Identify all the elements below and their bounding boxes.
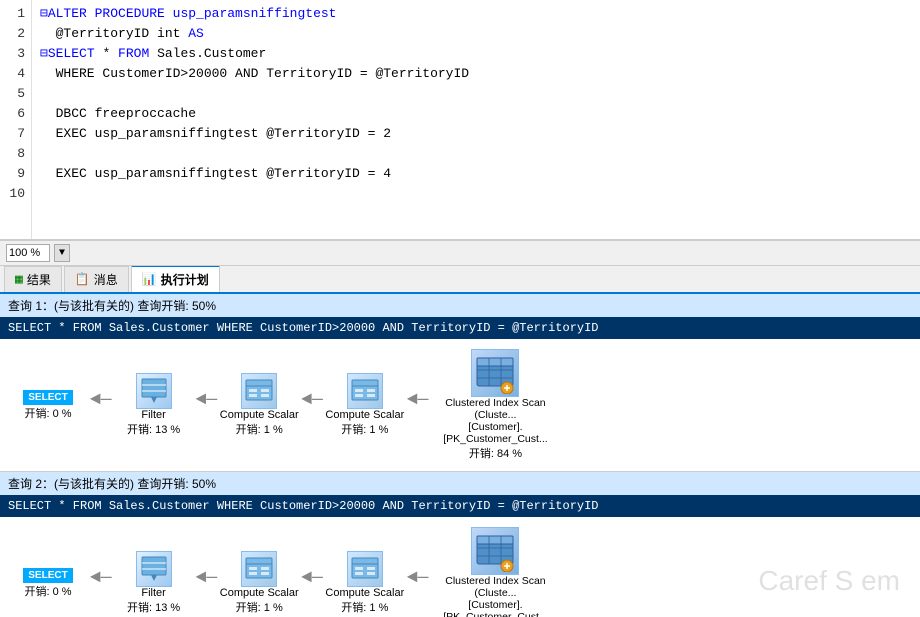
plan-node-filter-2: Filter 开销: 13 %	[114, 551, 194, 615]
plan-node-compute2-1: Compute Scalar 开销: 1 %	[325, 373, 405, 437]
select-icon-1: SELECT	[23, 390, 73, 405]
bottom-area: ▦ 结果 📋 消息 📊 执行计划 查询 1：(与该批有关的) 查询开销: 50%…	[0, 266, 920, 617]
line-numbers: 1 2 3 4 5 6 7 8 9 10	[0, 0, 32, 239]
arrow-4: ◄—	[407, 390, 429, 410]
arrow-7: ◄—	[301, 568, 323, 588]
compute1-icon-2	[241, 551, 277, 587]
filter-icon-2	[136, 551, 172, 587]
arrow-2: ◄—	[196, 390, 218, 410]
arrow-6: ◄—	[196, 568, 218, 588]
query-block-1: 查询 1：(与该批有关的) 查询开销: 50% SELECT * FROM Sa…	[0, 294, 920, 472]
plan-node-clustered-1: Clustered Index Scan (Cluste...[Customer…	[430, 349, 560, 461]
query-block-2: 查询 2：(与该批有关的) 查询开销: 50% SELECT * FROM Sa…	[0, 472, 920, 617]
zoom-input[interactable]	[6, 244, 50, 262]
clustered-icon-1	[471, 349, 519, 397]
tab-execution-plan[interactable]: 📊 执行计划	[131, 266, 220, 292]
query-1-sql: SELECT * FROM Sales.Customer WHERE Custo…	[0, 317, 920, 339]
code-editor[interactable]: ⊟ALTER PROCEDURE usp_paramsniffingtest @…	[32, 0, 920, 239]
plan-node-compute2-2: Compute Scalar 开销: 1 %	[325, 551, 405, 615]
query-2-plan: SELECT 开销: 0 % ◄—	[0, 517, 920, 617]
code-container: 1 2 3 4 5 6 7 8 9 10 ⊟ALTER PROCEDURE us…	[0, 0, 920, 239]
query-1-header: 查询 1：(与该批有关的) 查询开销: 50%	[0, 294, 920, 317]
filter-icon-1	[136, 373, 172, 409]
query-1-plan: SELECT 开销: 0 % ◄—	[0, 339, 920, 471]
plan-node-filter-1: Filter 开销: 13 %	[114, 373, 194, 437]
query-2-header: 查询 2：(与该批有关的) 查询开销: 50%	[0, 472, 920, 495]
grid-icon: ▦	[15, 272, 23, 287]
compute2-icon-1	[347, 373, 383, 409]
plan-node-select-1: SELECT 开销: 0 %	[8, 390, 88, 421]
tabs-bar: ▦ 结果 📋 消息 📊 执行计划	[0, 266, 920, 294]
zoom-down-button[interactable]: ▼	[54, 244, 70, 262]
arrow-5: ◄—	[90, 568, 112, 588]
plan-node-clustered-2: Clustered Index Scan (Cluste...[Customer…	[430, 527, 560, 617]
plan-node-compute1-1: Compute Scalar 开销: 1 %	[219, 373, 299, 437]
plan-node-select-2: SELECT 开销: 0 %	[8, 568, 88, 599]
zoom-bar: ▼	[0, 240, 920, 266]
results-scroll[interactable]: 查询 1：(与该批有关的) 查询开销: 50% SELECT * FROM Sa…	[0, 294, 920, 617]
plan-node-compute1-2: Compute Scalar 开销: 1 %	[219, 551, 299, 615]
query-2-sql: SELECT * FROM Sales.Customer WHERE Custo…	[0, 495, 920, 517]
compute1-icon-1	[241, 373, 277, 409]
tab-results[interactable]: ▦ 结果	[4, 266, 62, 292]
compute2-icon-2	[347, 551, 383, 587]
clustered-icon-2	[471, 527, 519, 575]
plan-icon: 📊	[142, 272, 157, 287]
main-container: 1 2 3 4 5 6 7 8 9 10 ⊟ALTER PROCEDURE us…	[0, 0, 920, 617]
message-icon: 📋	[75, 272, 90, 287]
editor-area: 1 2 3 4 5 6 7 8 9 10 ⊟ALTER PROCEDURE us…	[0, 0, 920, 240]
tab-messages[interactable]: 📋 消息	[64, 266, 129, 292]
select-icon-2: SELECT	[23, 568, 73, 583]
arrow-3: ◄—	[301, 390, 323, 410]
arrow-8: ◄—	[407, 568, 429, 588]
arrow-1: ◄—	[90, 390, 112, 410]
